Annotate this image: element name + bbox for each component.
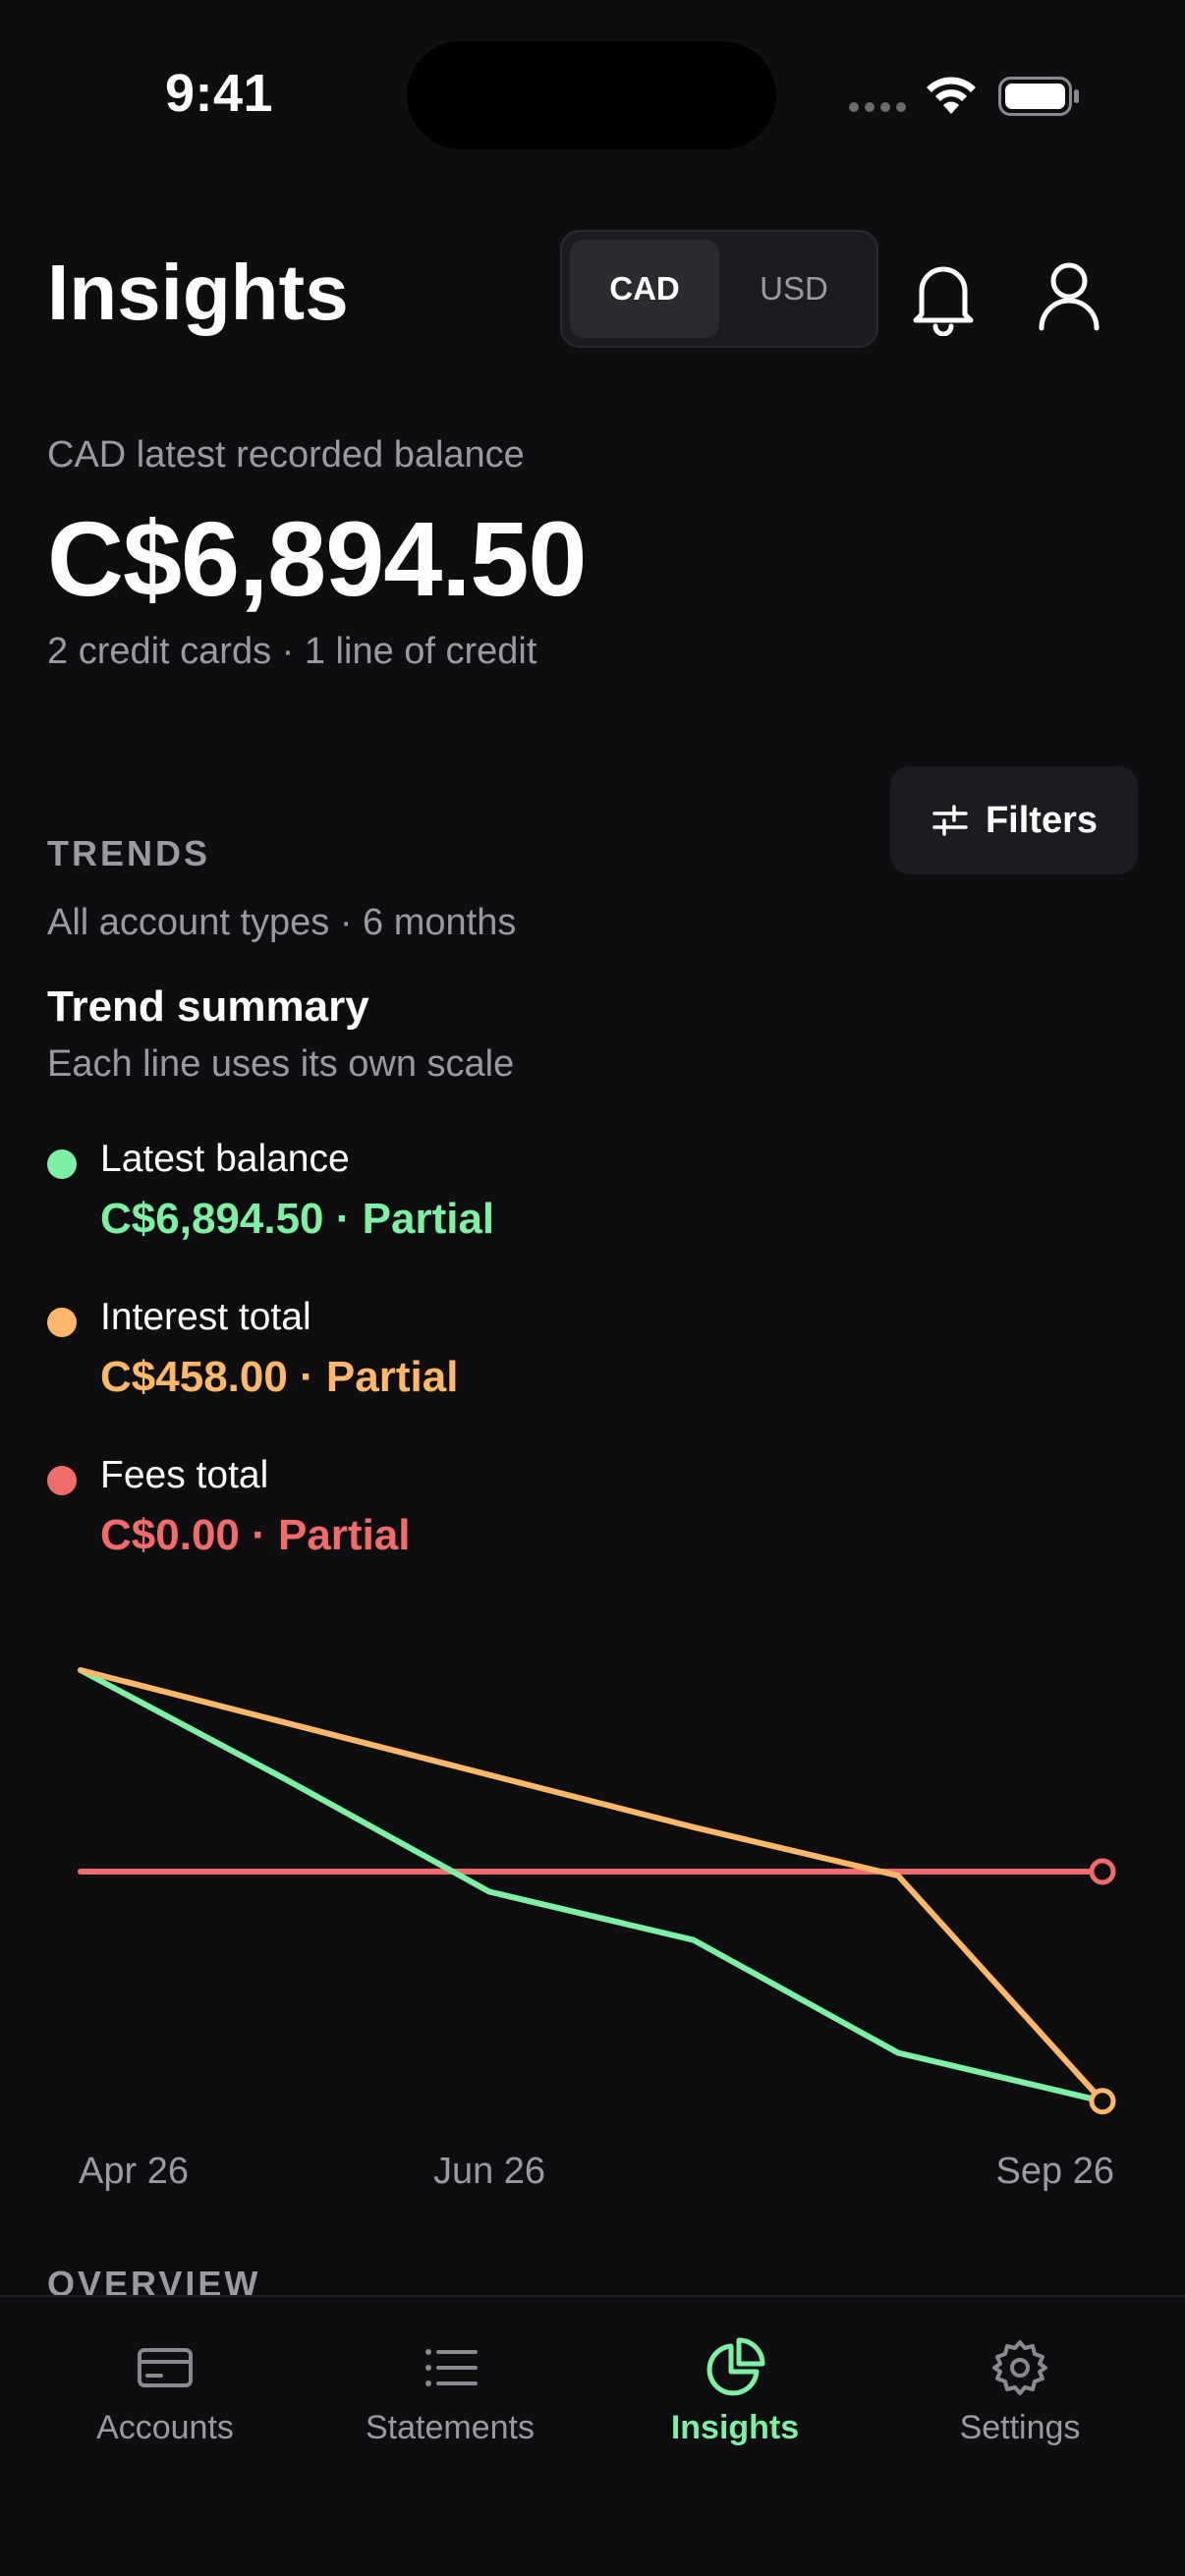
wifi-icon [927,77,976,114]
profile-icon[interactable] [1034,257,1104,336]
tab-label: Accounts [96,2409,234,2446]
bell-icon[interactable] [908,257,979,336]
trends-section-label: TRENDS [47,833,211,873]
legend-dot [47,1149,77,1179]
tab-label: Settings [959,2409,1081,2446]
x-tick-label: Apr 26 [79,2151,189,2192]
card-icon [138,2348,193,2387]
legend-name: Fees total [100,1454,269,1496]
currency-option-usd[interactable]: USD [719,240,869,338]
currency-option-cad[interactable]: CAD [570,240,719,338]
list-icon [425,2349,478,2386]
legend-name: Interest total [100,1296,311,1338]
balance-subtitle: 2 credit cards · 1 line of credit [47,631,537,672]
tab-label: Insights [670,2409,800,2446]
legend-dot [47,1466,77,1495]
sliders-icon [932,805,968,836]
end-marker-fees-total [1089,1858,1116,1885]
gear-icon [992,2340,1047,2395]
legend-value: C$6,894.50 · Partial [100,1195,495,1243]
page-title: Insights [47,249,349,336]
trend-summary-subtitle: Each line uses its own scale [47,1043,515,1085]
filters-label: Filters [985,799,1099,841]
tab-settings[interactable]: Settings [882,2336,1157,2447]
battery-icon [998,77,1079,116]
trend-summary-title: Trend summary [47,982,369,1031]
dynamic-island [407,41,776,149]
x-tick-label: Jun 26 [433,2151,545,2192]
pie-chart-icon [706,2337,765,2396]
trends-subtitle: All account types · 6 months [47,902,517,943]
series-line-latest-balance [78,1667,1105,2104]
legend-name: Latest balance [100,1138,350,1180]
tab-label: Statements [366,2409,535,2446]
tab-insights[interactable]: Insights [597,2336,873,2447]
tab-bar: Accounts Statements Insights Settings [0,2295,1185,2576]
tab-statements[interactable]: Statements [312,2336,588,2447]
legend-value: C$458.00 · Partial [100,1353,459,1401]
x-tick-label: Sep 26 [996,2151,1114,2192]
legend-value: C$0.00 · Partial [100,1511,411,1559]
tab-accounts[interactable]: Accounts [28,2336,303,2447]
trend-chart: Apr 26 Jun 26 Sep 26 [78,1667,1116,2192]
currency-toggle: CAD USD [560,230,878,348]
status-time: 9:41 [165,64,274,123]
filters-button[interactable]: Filters [890,766,1138,874]
balance-label: CAD latest recorded balance [47,434,525,476]
series-line-interest-total [78,1667,1105,2104]
balance-value: C$6,894.50 [47,499,587,618]
end-marker-interest-total [1089,2088,1116,2115]
cellular-signal-icon [849,102,908,116]
legend-dot [47,1308,77,1337]
